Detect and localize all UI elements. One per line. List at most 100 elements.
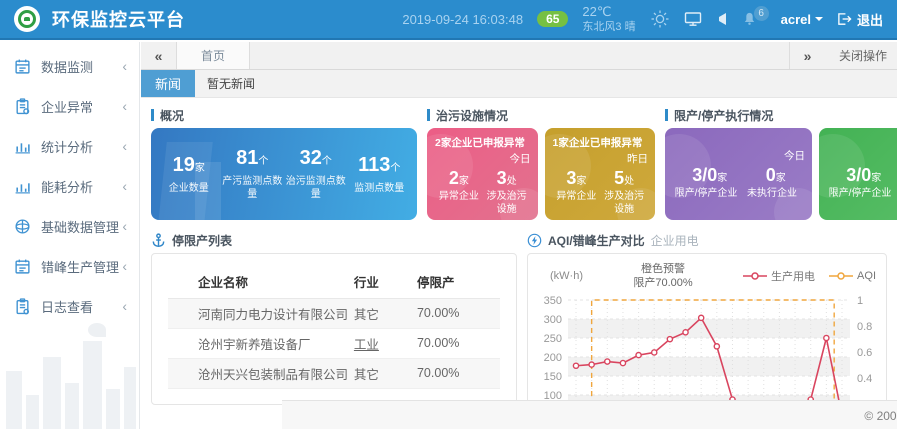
svg-text:0.6: 0.6 [857,347,872,359]
chevron-left-icon: ‹ [122,298,127,314]
calendar-icon [14,258,31,275]
stat-treatment-points: 32个 治污监测点数量 [285,147,347,201]
lightning-circle-icon [527,233,542,248]
svg-text:350: 350 [544,295,562,307]
enterprise-power-link[interactable]: 企业用电 [651,232,699,249]
column-header-industry: 行业 [354,266,417,298]
sidebar-item-label: 数据监测 [41,57,122,76]
sidebar-item-statistics[interactable]: 统计分析 ‹ [0,126,139,166]
restriction-yesterday-card: 昨日 3/0家 0家 限产/停产企业 未执行企业 [819,128,897,220]
user-menu-button[interactable]: acrel [781,12,823,27]
anchor-icon [151,233,166,248]
notification-count-badge: 6 [754,6,769,21]
legend-item-aqi[interactable]: AQI [829,268,876,284]
chart-legend: 生产用电 AQI [743,268,876,284]
chevron-left-icon: ‹ [122,98,127,114]
clipboard-gear-icon [14,98,31,115]
calendar-icon [14,58,31,75]
overview-stats-card: 19家 企业数量 81个 产污监测点数量 32个 治污监测点数量 113个 [151,128,417,220]
top-header: 环保监控云平台 2019-09-24 16:03:48 65 22℃ 东北风3 … [0,0,897,40]
overview-section-title: 概况 [160,107,184,124]
treatment-yesterday-card: 1家企业已申报异常 昨日 3家 5处 异常企业 涉及治污设施 [545,128,656,220]
username-label: acrel [781,12,811,27]
sidebar-item-enterprise-anomaly[interactable]: 企业异常 ‹ [0,86,139,126]
sidebar-item-data-monitor[interactable]: 数据监测 ‹ [0,46,139,86]
logout-button[interactable]: 退出 [837,10,883,29]
aqi-chart-canvas: 35030025020015010010.80.60.40.2 [528,292,887,404]
svg-text:200: 200 [544,352,562,364]
dashboard-content: 概况 19家 企业数量 81个 产污监测点数量 32个 [141,98,897,429]
stop-list-title: 停限产列表 [172,232,232,249]
aqi-chart-card: (kW·h) 橙色预警限产70.00% 生产用电 [527,253,887,405]
legend-marker-icon [829,271,853,281]
industry-link[interactable]: 工业 [354,338,379,352]
chevron-left-icon: ‹ [122,258,127,274]
treatment-today-card: 2家企业已申报异常 今日 2家 3处 异常企业 涉及治污设施 [427,128,538,220]
bar-chart-icon [14,178,31,195]
wind-label: 东北风3 晴 [582,21,635,33]
sidebar-item-peak-production[interactable]: 错峰生产管理 ‹ [0,246,139,286]
chevron-down-icon [815,17,823,21]
section-accent-bar [151,109,154,121]
sidebar-item-label: 能耗分析 [41,177,122,196]
restriction-section-title: 限产/停产执行情况 [674,107,773,124]
sidebar-item-base-data[interactable]: 基础数据管理 ‹ [0,206,139,246]
aqi-badge: 65 [537,11,568,27]
footer: © 2003 - 2019 v1.1.0 永久有效 [282,400,897,429]
svg-text:1: 1 [857,295,863,307]
monitor-icon[interactable] [684,11,702,27]
tab-home[interactable]: 首页 [177,42,250,69]
scroll-tabs-left-button[interactable]: « [141,42,177,69]
scroll-tabs-right-button[interactable]: » [789,42,825,69]
app-window: 环保监控云平台 2019-09-24 16:03:48 65 22℃ 东北风3 … [0,0,897,429]
stop-list-table: 企业名称 行业 停限产 河南同力电力设计有限公司 其它 70.00% [168,266,500,389]
logout-label: 退出 [857,10,883,29]
treatment-section-title: 治污设施情况 [436,107,508,124]
weather-display: 22℃ 东北风3 晴 [582,4,635,35]
svg-text:300: 300 [544,314,562,326]
chevron-left-icon: ‹ [122,138,127,154]
column-header-percent: 停限产 [417,266,500,298]
main-area: « 首页 » 关闭操作 新闻 暂无新闻 概况 19家 [141,42,897,429]
log-clipboard-icon [14,298,31,315]
svg-text:250: 250 [544,333,562,345]
column-header-name: 企业名称 [168,266,354,298]
sidebar: 数据监测 ‹ 企业异常 ‹ 统计分析 ‹ 能耗分析 ‹ 基础数据管理 ‹ [0,42,140,429]
chevron-left-icon: ‹ [122,218,127,234]
globe-icon [14,218,31,235]
stop-list-card: 企业名称 行业 停限产 河南同力电力设计有限公司 其它 70.00% [151,253,517,405]
copyright-text: © 2003 - 2019 v1.1.0 永久有效 [864,407,897,424]
aqi-panel-title: AQI/错峰生产对比 [548,232,645,249]
tab-bar: « 首页 » 关闭操作 [141,42,897,70]
sun-icon [650,9,670,29]
restriction-today-card: 今日 3/0家 0家 限产/停产企业 未执行企业 [665,128,812,220]
datetime-display: 2019-09-24 16:03:48 [402,12,523,27]
close-operations-menu[interactable]: 关闭操作 [825,42,897,69]
news-ticker: 新闻 暂无新闻 [141,70,897,98]
bar-chart-icon [14,138,31,155]
news-content: 暂无新闻 [195,70,255,97]
section-accent-bar [665,109,668,121]
sidebar-item-label: 日志查看 [41,297,122,316]
temperature-label: 22℃ [582,4,611,19]
stat-enterprise-count: 19家 企业数量 [158,154,220,195]
stat-monitor-points: 113个 监测点数量 [348,154,410,195]
news-label: 新闻 [141,70,195,97]
table-row[interactable]: 河南同力电力设计有限公司 其它 70.00% [168,298,500,328]
table-row[interactable]: 沧州天兴包装制品有限公司 其它 70.00% [168,358,500,388]
warning-annotation: 橙色预警限产70.00% [583,262,743,291]
sidebar-item-energy[interactable]: 能耗分析 ‹ [0,166,139,206]
speaker-icon[interactable] [716,12,728,26]
notifications-button[interactable]: 6 [742,11,757,27]
svg-text:0.8: 0.8 [857,321,872,333]
city-skyline-watermark [0,309,140,429]
app-title: 环保监控云平台 [52,6,185,32]
legend-item-power[interactable]: 生产用电 [743,268,815,284]
table-row[interactable]: 沧州宇新养殖设备厂 工业 70.00% [168,328,500,358]
sidebar-item-label: 基础数据管理 [41,217,122,236]
y-axis-unit-label: (kW·h) [550,270,583,282]
sidebar-item-label: 统计分析 [41,137,122,156]
chevron-left-icon: ‹ [122,58,127,74]
sidebar-item-logs[interactable]: 日志查看 ‹ [0,286,139,326]
svg-text:150: 150 [544,371,562,383]
